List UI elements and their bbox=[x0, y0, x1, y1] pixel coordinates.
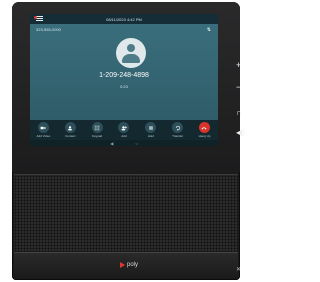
keypad-button[interactable]: Keypad bbox=[87, 122, 107, 138]
contact-label: Contact bbox=[65, 134, 76, 138]
side-hardware-keys: + − ∩ ◀) bbox=[234, 60, 246, 150]
keypad-label: Keypad bbox=[92, 134, 103, 138]
line-label: 323-555-0000 bbox=[36, 27, 61, 32]
hangup-icon bbox=[202, 126, 207, 129]
hang-up-label: Hang Up bbox=[198, 134, 211, 138]
pause-icon bbox=[149, 125, 153, 130]
headset-icon[interactable]: ∩ bbox=[236, 108, 242, 117]
call-actions-bar: Add Video Contact Keypad Add Hold Transf… bbox=[30, 120, 218, 140]
caller-avatar bbox=[116, 38, 146, 68]
transfer-button[interactable]: Transfer bbox=[168, 122, 188, 138]
keypad-icon bbox=[94, 125, 100, 130]
active-call-panel: 323-555-0000 ⇅ 1-209-248-4898 0:23 bbox=[30, 24, 218, 120]
poly-logo-mark-icon bbox=[120, 262, 125, 268]
speaker-icon[interactable]: ◀) bbox=[236, 128, 245, 137]
add-video-button[interactable]: Add Video bbox=[33, 122, 53, 138]
volume-down-icon[interactable]: − bbox=[236, 82, 241, 92]
hold-button[interactable]: Hold bbox=[141, 122, 161, 138]
home-icon[interactable]: ○ bbox=[135, 141, 137, 146]
network-status-icon: ⇅ bbox=[206, 27, 211, 33]
speaker-grille bbox=[14, 174, 238, 253]
add-person-icon bbox=[121, 125, 127, 130]
back-icon[interactable]: ◀ bbox=[110, 141, 113, 146]
video-icon bbox=[41, 126, 46, 129]
add-label: Add bbox=[121, 134, 127, 138]
poly-logo-text: poly bbox=[127, 262, 139, 268]
call-timer: 0:23 bbox=[120, 84, 128, 89]
contact-icon bbox=[68, 125, 73, 130]
poly-logo: poly bbox=[120, 262, 138, 268]
transfer-label: Transfer bbox=[172, 134, 184, 138]
status-bar: 08/11/2023 4:42 PM bbox=[30, 14, 218, 24]
mute-icon[interactable]: ✕ bbox=[236, 266, 241, 273]
hold-label: Hold bbox=[147, 134, 154, 138]
system-nav-bar: ◀ ○ bbox=[30, 140, 218, 146]
transfer-icon bbox=[175, 125, 180, 131]
volume-up-icon[interactable]: + bbox=[236, 60, 241, 70]
add-video-label: Add Video bbox=[36, 134, 51, 138]
hang-up-button[interactable]: Hang Up bbox=[194, 122, 214, 138]
status-datetime: 08/11/2023 4:42 PM bbox=[106, 17, 142, 22]
phone-screen: 08/11/2023 4:42 PM 323-555-0000 ⇅ 1-209-… bbox=[30, 14, 218, 146]
add-participant-button[interactable]: Add bbox=[114, 122, 134, 138]
contact-button[interactable]: Contact bbox=[60, 122, 80, 138]
caller-number: 1-209-248-4898 bbox=[99, 72, 149, 79]
